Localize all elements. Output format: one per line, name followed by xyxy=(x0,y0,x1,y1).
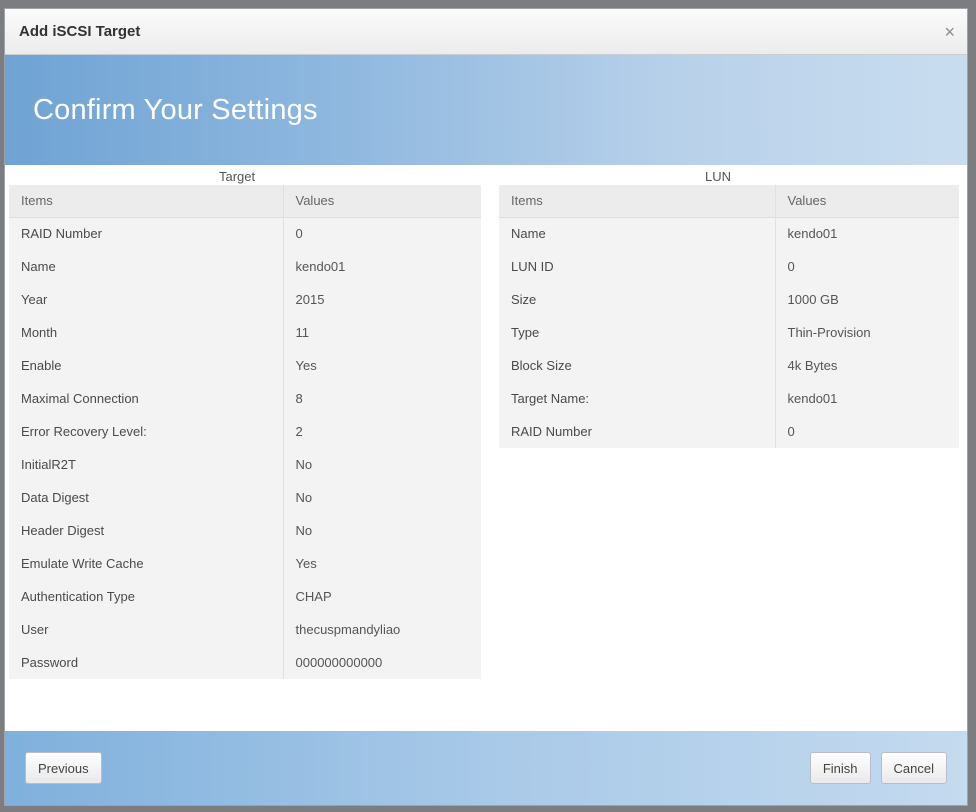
value-cell: 0 xyxy=(295,226,303,242)
item-cell: Target Name: xyxy=(499,382,776,415)
previous-button[interactable]: Previous xyxy=(25,752,102,784)
table-row: Password 000000000000 xyxy=(9,646,481,679)
table-row: Error Recovery Level: 2 xyxy=(9,415,481,448)
item-cell: Maximal Connection xyxy=(9,382,284,415)
item-cell: Data Digest xyxy=(9,481,284,514)
item-cell: Year xyxy=(9,283,284,316)
value-cell: kendo01 xyxy=(787,391,838,406)
cancel-button[interactable]: Cancel xyxy=(880,752,947,784)
item-cell: Block Size xyxy=(499,349,776,382)
item-cell: Name xyxy=(9,250,284,283)
target-section-label: Target xyxy=(219,169,256,184)
table-row: Year 2015 xyxy=(9,283,481,316)
item-cell: User xyxy=(9,613,284,646)
finish-button[interactable]: Finish xyxy=(809,752,871,784)
value-cell: Yes xyxy=(295,358,317,373)
table-row: LUN ID 0 xyxy=(499,250,959,283)
table-row: Size 1000 GB xyxy=(499,283,959,316)
value-cell: 11 xyxy=(295,325,310,340)
table-row: RAID Number 0 xyxy=(9,217,481,250)
table-row: Maximal Connection 8 xyxy=(9,382,481,415)
table-row: Authentication Type CHAP xyxy=(9,580,481,613)
item-cell: Emulate Write Cache xyxy=(9,547,284,580)
lun-section-label: LUN xyxy=(705,169,732,184)
table-row: User thecuspmandyliao xyxy=(9,613,481,646)
confirm-content: Target Items Values RAID Number 0 Name kend… xyxy=(5,165,967,733)
value-cell: 2015 xyxy=(295,292,325,307)
value-cell: 4k Bytes xyxy=(787,358,838,373)
value-cell: 8 xyxy=(295,391,303,406)
table-row: Name kendo01 xyxy=(499,217,959,250)
value-cell: kendo01 xyxy=(787,226,838,242)
table-row: Name kendo01 xyxy=(9,250,481,283)
dialog-titlebar: Add iSCSI Target × xyxy=(5,9,967,55)
item-cell: Header Digest xyxy=(9,514,284,547)
value-cell: Yes xyxy=(295,556,317,571)
table-row: Enable Yes xyxy=(9,349,481,382)
value-cell: No xyxy=(295,490,313,505)
table-row: Block Size 4k Bytes xyxy=(499,349,959,382)
item-cell: Name xyxy=(499,217,776,250)
table-row: Month 11 xyxy=(9,316,481,349)
item-cell: LUN ID xyxy=(499,250,776,283)
table-row: RAID Number 0 xyxy=(499,415,959,448)
dialog-title: Add iSCSI Target xyxy=(19,23,141,40)
item-cell: RAID Number xyxy=(9,217,284,250)
value-cell: 000000000000 xyxy=(295,655,383,670)
table-row: Data Digest No xyxy=(9,481,481,514)
item-cell: Size xyxy=(499,283,776,316)
item-cell: Enable xyxy=(9,349,284,382)
value-cell: 1000 GB xyxy=(787,292,839,307)
table-row: Emulate Write Cache Yes xyxy=(9,547,481,580)
column-header-values: Values xyxy=(283,185,481,218)
column-header-items: Items xyxy=(9,185,284,218)
table-row: InitialR2T No xyxy=(9,448,481,481)
table-header-row: Items Values xyxy=(499,185,959,218)
settings-banner: Confirm Your Settings xyxy=(5,55,967,165)
value-cell: CHAP xyxy=(295,589,332,604)
value-cell: kendo01 xyxy=(295,259,346,274)
item-cell: InitialR2T xyxy=(9,448,284,481)
table-row: Header Digest No xyxy=(9,514,481,547)
target-table: Items Values RAID Number 0 Name kendo01 Year… xyxy=(9,185,481,679)
dialog-footer: Previous Finish Cancel xyxy=(5,731,967,805)
banner-title: Confirm Your Settings xyxy=(33,93,318,126)
column-header-items: Items xyxy=(499,185,776,218)
item-cell: Password xyxy=(9,646,284,679)
table-row: Target Name: kendo01 xyxy=(499,382,959,415)
item-cell: Authentication Type xyxy=(9,580,284,613)
value-cell: No xyxy=(295,457,313,472)
value-cell: Thin-Provision xyxy=(787,325,871,340)
column-header-values: Values xyxy=(775,185,959,218)
table-row: Type Thin-Provision xyxy=(499,316,959,349)
value-cell: No xyxy=(295,523,313,538)
value-cell: 0 xyxy=(787,424,795,439)
item-cell: RAID Number xyxy=(499,415,776,448)
item-cell: Error Recovery Level: xyxy=(9,415,284,448)
value-cell: thecuspmandyliao xyxy=(295,622,401,637)
close-icon[interactable]: × xyxy=(944,23,955,41)
value-cell: 2 xyxy=(295,424,303,439)
item-cell: Type xyxy=(499,316,776,349)
lun-table: Items Values Name kendo01 LUN ID 0 Size 1000 … xyxy=(499,185,959,448)
item-cell: Month xyxy=(9,316,284,349)
value-cell: 0 xyxy=(787,259,795,274)
add-iscsi-target-dialog: Add iSCSI Target × Confirm Your Settings… xyxy=(4,8,968,806)
table-header-row: Items Values xyxy=(9,185,481,218)
